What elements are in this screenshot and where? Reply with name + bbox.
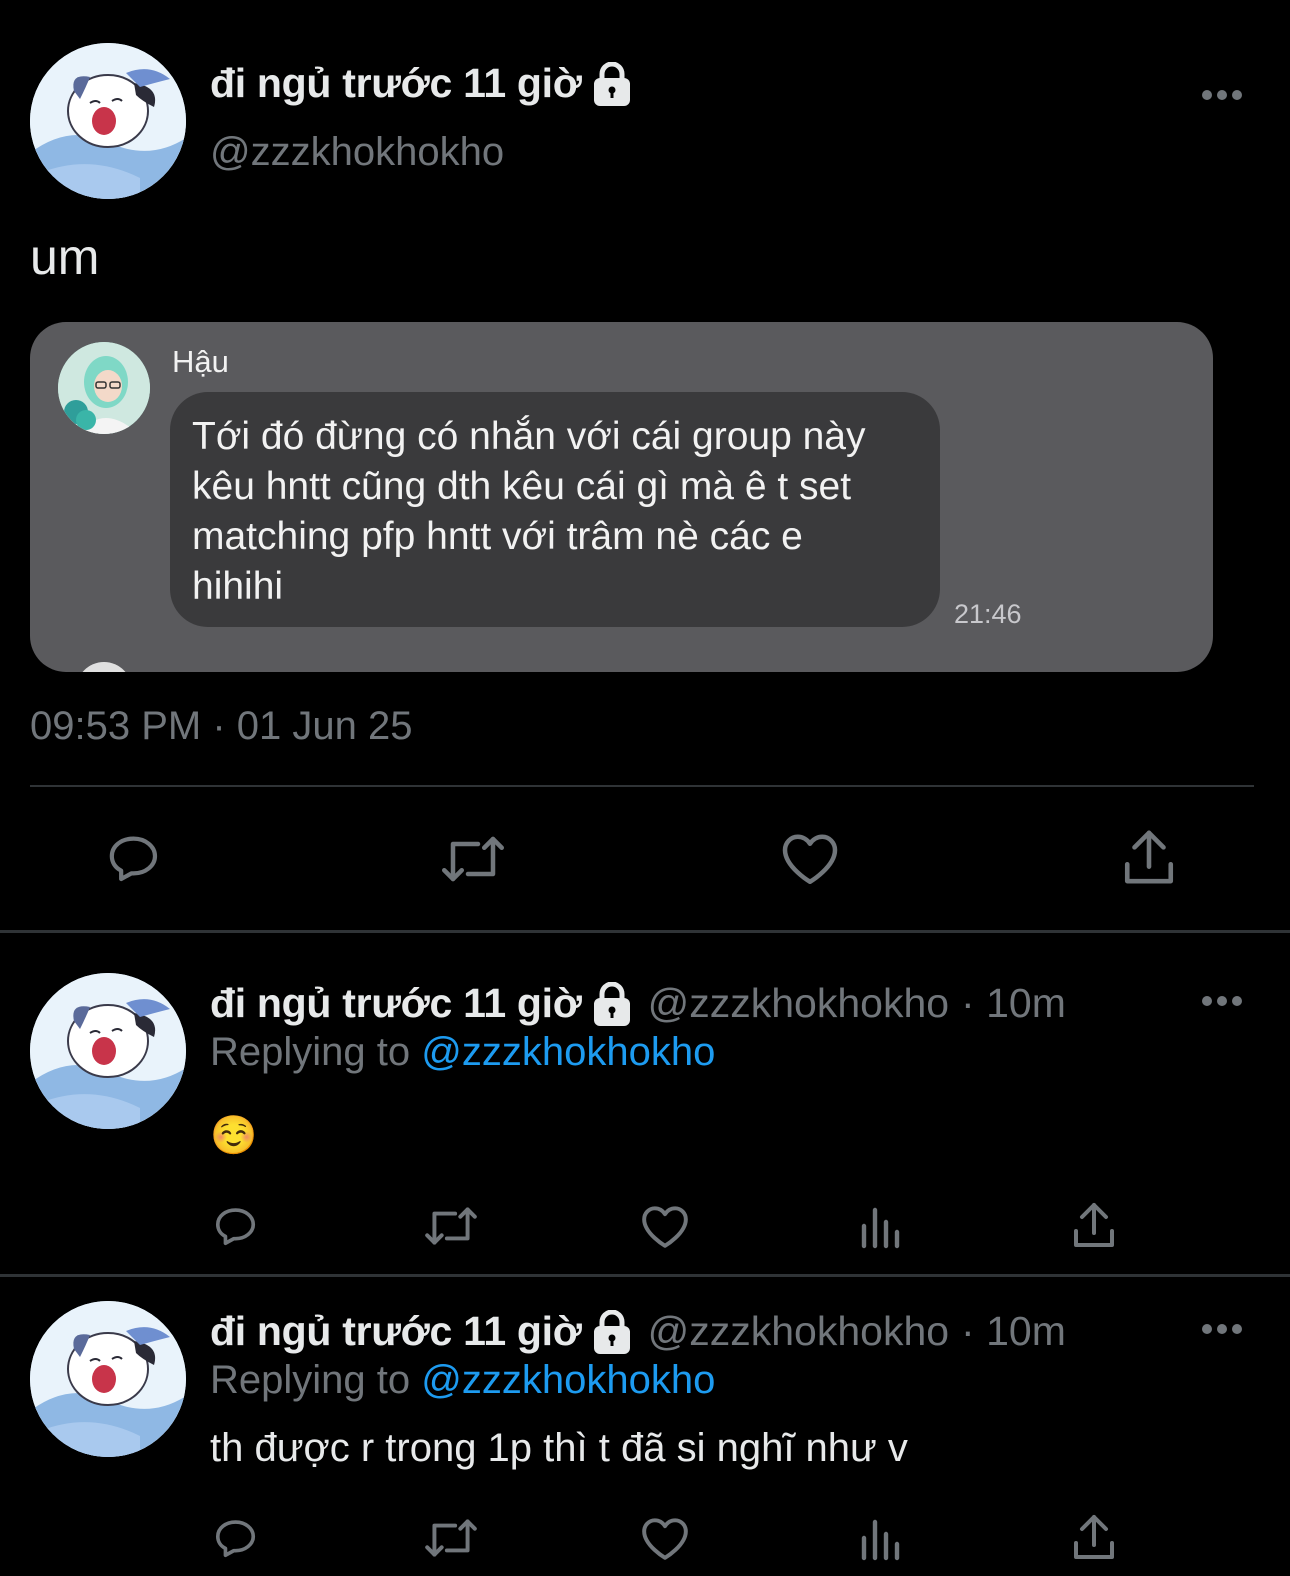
divider <box>30 785 1254 787</box>
display-name: đi ngủ trước 11 giờ <box>210 1308 582 1354</box>
divider <box>0 1274 1290 1277</box>
reply-time: · 10m <box>961 1308 1066 1354</box>
share-icon[interactable] <box>1118 826 1180 888</box>
avatar-image <box>30 43 186 199</box>
replying-to: Replying to @zzzkhokhokho <box>210 1030 715 1075</box>
like-icon[interactable] <box>639 1202 691 1250</box>
user-handle: @zzzkhokhokho <box>647 1308 950 1354</box>
message-text: Tới đó đừng có nhắn với cái group này kê… <box>192 415 866 608</box>
user-handle[interactable]: @zzzkhokhokho <box>210 130 504 175</box>
more-options-icon[interactable] <box>1202 1322 1242 1336</box>
reply-text: ☺️ <box>210 1115 258 1157</box>
message-bubble: Tới đó đừng có nhắn với cái group này kê… <box>170 392 940 627</box>
retweet-icon[interactable] <box>436 828 510 890</box>
share-icon[interactable] <box>1069 1512 1119 1562</box>
replying-to-label: Replying to <box>210 1358 411 1402</box>
tweet-text: um <box>30 229 100 285</box>
divider <box>0 930 1290 933</box>
display-name: đi ngủ trước 11 giờ <box>210 60 582 106</box>
reply-time: · 10m <box>961 980 1066 1026</box>
retweet-icon[interactable] <box>421 1202 481 1250</box>
message-sender-name: Hậu <box>172 344 229 379</box>
like-icon[interactable] <box>778 828 842 888</box>
avatar[interactable] <box>30 973 186 1129</box>
lock-icon <box>592 1310 632 1354</box>
retweet-icon[interactable] <box>421 1514 481 1562</box>
reply-text: th được r trong 1p thì t đã si nghĩ như … <box>210 1426 908 1470</box>
next-message-avatar <box>76 662 132 672</box>
display-name: đi ngủ trước 11 giờ <box>210 980 582 1026</box>
mention-link[interactable]: @zzzkhokhokho <box>421 1358 715 1402</box>
reply-icon[interactable] <box>210 1512 262 1564</box>
author-name-row[interactable]: đi ngủ trước 11 giờ <box>210 60 632 107</box>
mention-link[interactable]: @zzzkhokhokho <box>421 1030 715 1074</box>
avatar-image <box>30 1301 186 1457</box>
views-icon[interactable] <box>856 1202 904 1250</box>
views-icon[interactable] <box>856 1514 904 1562</box>
more-options-icon[interactable] <box>1202 88 1242 102</box>
avatar[interactable] <box>30 43 186 199</box>
message-time: 21:46 <box>954 599 1022 629</box>
share-icon[interactable] <box>1069 1200 1119 1250</box>
reply-header[interactable]: đi ngủ trước 11 giờ @zzzkhokhokho · 10m <box>210 980 1066 1027</box>
replying-to: Replying to @zzzkhokhokho <box>210 1358 715 1403</box>
avatar[interactable] <box>30 1301 186 1457</box>
more-options-icon[interactable] <box>1202 994 1242 1008</box>
lock-icon <box>592 982 632 1026</box>
reply-icon[interactable] <box>210 1200 262 1252</box>
avatar-image <box>30 973 186 1129</box>
embedded-image[interactable]: Hậu Tới đó đừng có nhắn với cái group nà… <box>30 322 1213 672</box>
message-sender-avatar <box>58 342 150 434</box>
reply-header[interactable]: đi ngủ trước 11 giờ @zzzkhokhokho · 10m <box>210 1308 1066 1355</box>
like-icon[interactable] <box>639 1514 691 1562</box>
reply-icon[interactable] <box>100 826 168 890</box>
lock-icon <box>592 62 632 106</box>
tweet-timestamp[interactable]: 09:53 PM · 01 Jun 25 <box>30 704 412 749</box>
replying-to-label: Replying to <box>210 1030 411 1074</box>
user-handle: @zzzkhokhokho <box>647 980 950 1026</box>
